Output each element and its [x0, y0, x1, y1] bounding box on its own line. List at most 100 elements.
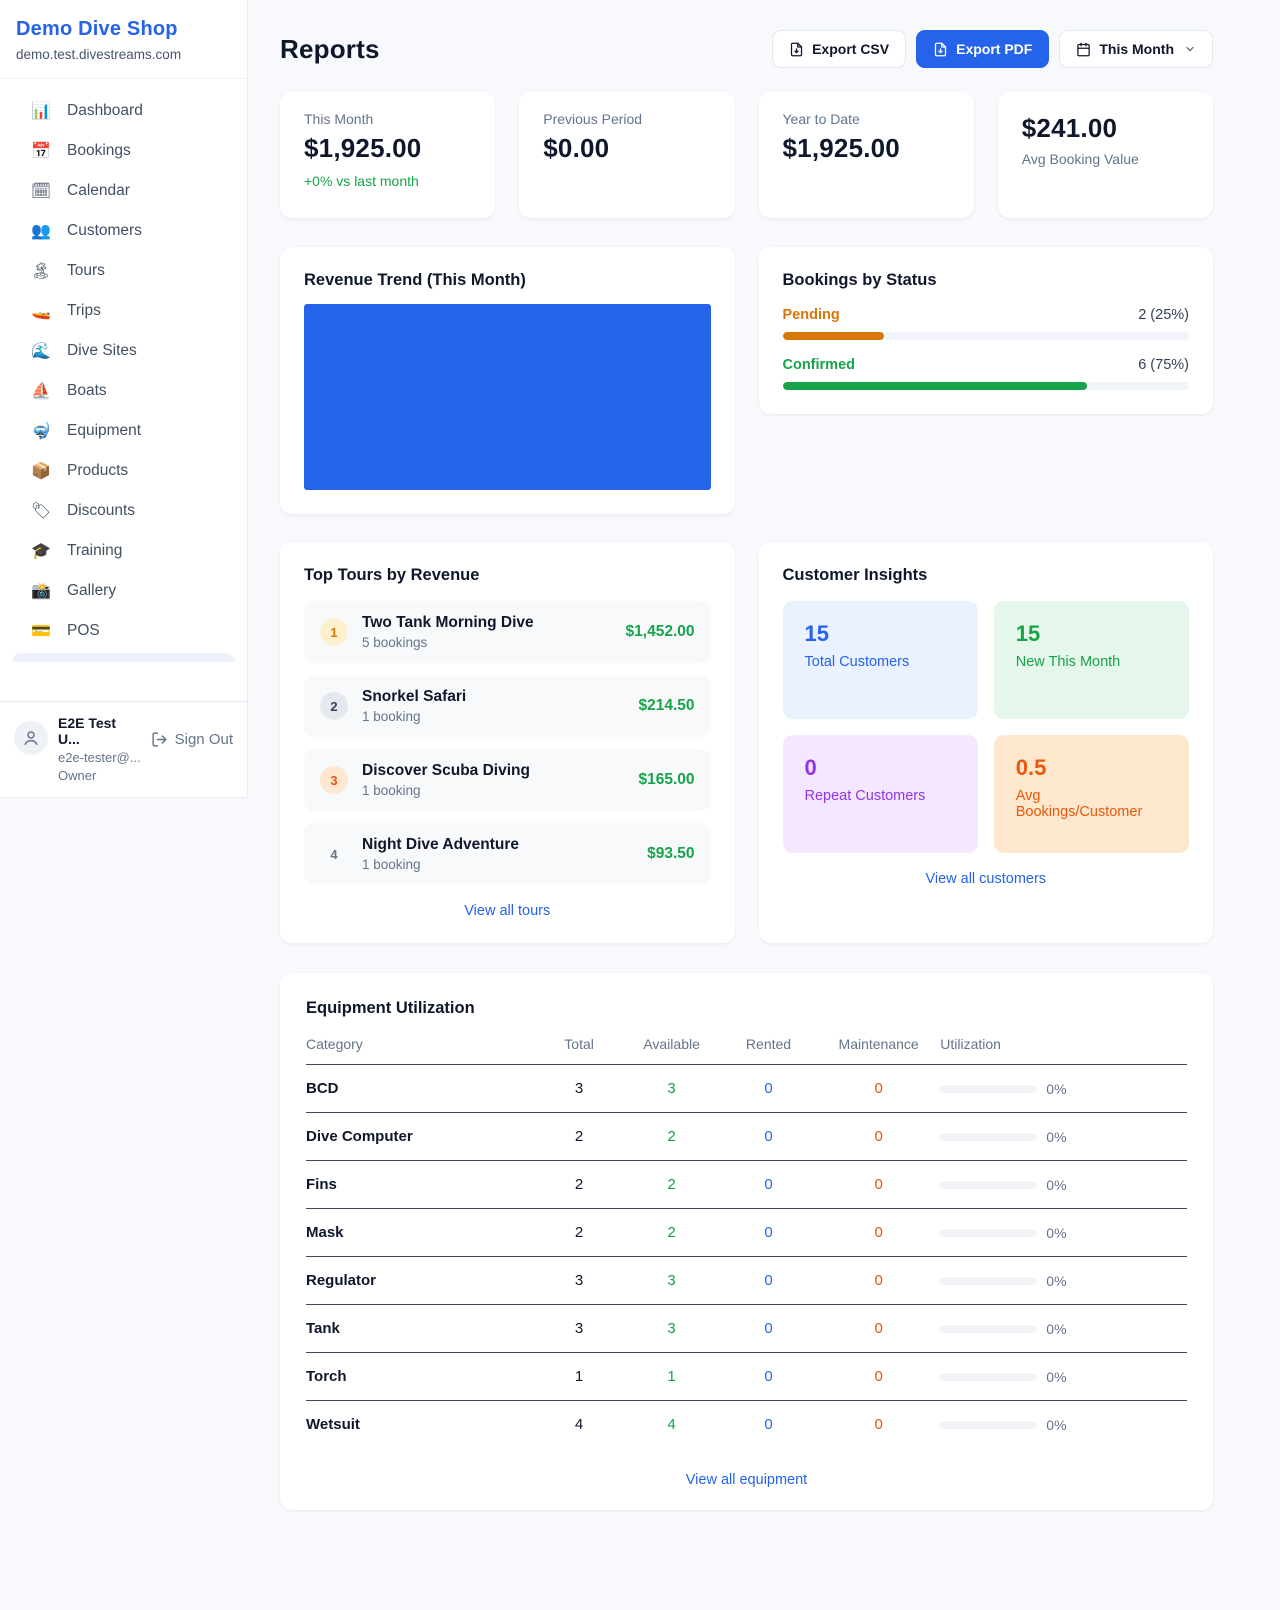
cell-category: Wetsuit: [306, 1401, 535, 1449]
insight-value: 15: [1016, 621, 1167, 647]
sidebar-item[interactable]: 👥 Customers: [12, 211, 235, 251]
sidebar-item[interactable]: 📊 Dashboard: [12, 91, 235, 131]
view-all-customers-link[interactable]: View all customers: [783, 871, 1190, 887]
utilization-wrap: 0%: [940, 1177, 1187, 1193]
cell-maintenance: 0: [817, 1209, 940, 1257]
status-row: Confirmed 6 (75%): [783, 357, 1190, 390]
period-label: This Month: [1099, 41, 1174, 57]
table-row: Tank 3 3 0 0 0%: [306, 1305, 1187, 1353]
cell-rented: 0: [720, 1161, 817, 1209]
revenue-trend-bar: [304, 304, 711, 490]
table-row: BCD 3 3 0 0 0%: [306, 1065, 1187, 1113]
insight-value: 0: [805, 755, 956, 781]
insight-box: 15 New This Month: [994, 601, 1189, 719]
column-header-utilization: Utilization: [940, 1036, 1187, 1065]
sign-out-icon: [151, 731, 168, 748]
sidebar-item-icon: 🗓: [30, 181, 52, 201]
status-list: Pending 2 (25%) Confirmed 6 (75%): [783, 307, 1190, 390]
table-row: Wetsuit 4 4 0 0 0%: [306, 1401, 1187, 1449]
user-email: e2e-tester@...: [58, 750, 141, 765]
sign-out-button[interactable]: Sign Out: [151, 731, 233, 748]
sidebar-item-icon: ⛵: [30, 381, 52, 401]
sidebar-item-label: Calendar: [67, 182, 130, 200]
tour-amount: $93.50: [647, 845, 694, 863]
cell-category: Tank: [306, 1305, 535, 1353]
customer-insights-title: Customer Insights: [783, 566, 1190, 585]
sidebar-item-label: Tours: [67, 262, 105, 280]
cell-available: 3: [623, 1305, 720, 1353]
cell-category: Torch: [306, 1353, 535, 1401]
utilization-bar: [940, 1085, 1036, 1093]
cell-total: 2: [535, 1113, 623, 1161]
cell-total: 2: [535, 1209, 623, 1257]
cell-maintenance: 0: [817, 1401, 940, 1449]
insight-label: New This Month: [1016, 654, 1167, 670]
utilization-percent: 0%: [1046, 1081, 1066, 1097]
cell-utilization: 0%: [940, 1257, 1187, 1305]
utilization-percent: 0%: [1046, 1369, 1066, 1385]
insights-row: Top Tours by Revenue 1 Two Tank Morning …: [280, 542, 1213, 943]
column-header-total: Total: [535, 1036, 623, 1065]
tour-row: 3 Discover Scuba Diving 1 booking $165.0…: [304, 749, 711, 811]
sidebar-item[interactable]: ⛵ Boats: [12, 371, 235, 411]
equipment-table-body: BCD 3 3 0 0 0% Dive Computer 2 2 0 0 0%: [306, 1065, 1187, 1449]
insight-value: 0.5: [1016, 755, 1167, 781]
charts-row: Revenue Trend (This Month) Bookings by S…: [280, 247, 1213, 514]
cell-available: 2: [623, 1161, 720, 1209]
cell-available: 4: [623, 1401, 720, 1449]
cell-utilization: 0%: [940, 1305, 1187, 1353]
insight-value: 15: [805, 621, 956, 647]
utilization-wrap: 0%: [940, 1321, 1187, 1337]
column-header-maintenance: Maintenance: [817, 1036, 940, 1065]
status-progress-track: [783, 332, 1190, 340]
sidebar: Demo Dive Shop demo.test.divestreams.com…: [0, 0, 248, 798]
utilization-bar: [940, 1181, 1036, 1189]
cell-rented: 0: [720, 1113, 817, 1161]
sidebar-item[interactable]: 🏷 Discounts: [12, 491, 235, 531]
bookings-by-status-card: Bookings by Status Pending 2 (25%) Confi…: [759, 247, 1214, 414]
sidebar-item-active-peek[interactable]: [12, 653, 235, 662]
shop-name: Demo Dive Shop: [16, 18, 231, 41]
sidebar-item[interactable]: 📸 Gallery: [12, 571, 235, 611]
view-all-equipment-link[interactable]: View all equipment: [306, 1472, 1187, 1488]
status-label: Pending: [783, 307, 840, 323]
cell-rented: 0: [720, 1065, 817, 1113]
stat-label: Previous Period: [543, 111, 710, 127]
stat-value: $0.00: [543, 133, 710, 164]
sidebar-item[interactable]: 🌊 Dive Sites: [12, 331, 235, 371]
sidebar-item[interactable]: 📅 Bookings: [12, 131, 235, 171]
period-dropdown[interactable]: This Month: [1059, 30, 1213, 68]
tour-info: Discover Scuba Diving 1 booking: [362, 762, 530, 798]
utilization-bar: [940, 1229, 1036, 1237]
sidebar-item[interactable]: 🚤 Trips: [12, 291, 235, 331]
sidebar-item[interactable]: 🗓 Calendar: [12, 171, 235, 211]
sidebar-user-section: E2E Test U... e2e-tester@... Owner Sign …: [0, 701, 247, 797]
sidebar-item[interactable]: 📦 Products: [12, 451, 235, 491]
cell-available: 3: [623, 1065, 720, 1113]
status-row: Pending 2 (25%): [783, 307, 1190, 340]
cell-category: BCD: [306, 1065, 535, 1113]
utilization-wrap: 0%: [940, 1081, 1187, 1097]
sidebar-item[interactable]: 🏝 Tours: [12, 251, 235, 291]
cell-category: Regulator: [306, 1257, 535, 1305]
stat-card-year-to-date: Year to Date $1,925.00: [759, 92, 974, 218]
cell-category: Dive Computer: [306, 1113, 535, 1161]
utilization-percent: 0%: [1046, 1273, 1066, 1289]
user-name: E2E Test U...: [58, 715, 141, 747]
cell-total: 3: [535, 1305, 623, 1353]
customer-insights-card: Customer Insights 15 Total Customers 15 …: [759, 542, 1214, 943]
top-tours-title: Top Tours by Revenue: [304, 566, 711, 585]
stat-card-avg-booking-value: $241.00 Avg Booking Value: [998, 92, 1213, 218]
equipment-utilization-title: Equipment Utilization: [306, 999, 1187, 1018]
sidebar-item[interactable]: 🎓 Training: [12, 531, 235, 571]
export-pdf-button[interactable]: Export PDF: [916, 30, 1049, 68]
sidebar-item-label: Equipment: [67, 422, 141, 440]
export-csv-button[interactable]: Export CSV: [772, 30, 906, 68]
status-label: Confirmed: [783, 357, 856, 373]
view-all-tours-link[interactable]: View all tours: [304, 903, 711, 919]
insight-box: 15 Total Customers: [783, 601, 978, 719]
sidebar-item-icon: 📦: [30, 461, 52, 481]
sidebar-item[interactable]: 💳 POS: [12, 611, 235, 651]
status-progress-fill: [783, 382, 1088, 390]
sidebar-item[interactable]: 🤿 Equipment: [12, 411, 235, 451]
